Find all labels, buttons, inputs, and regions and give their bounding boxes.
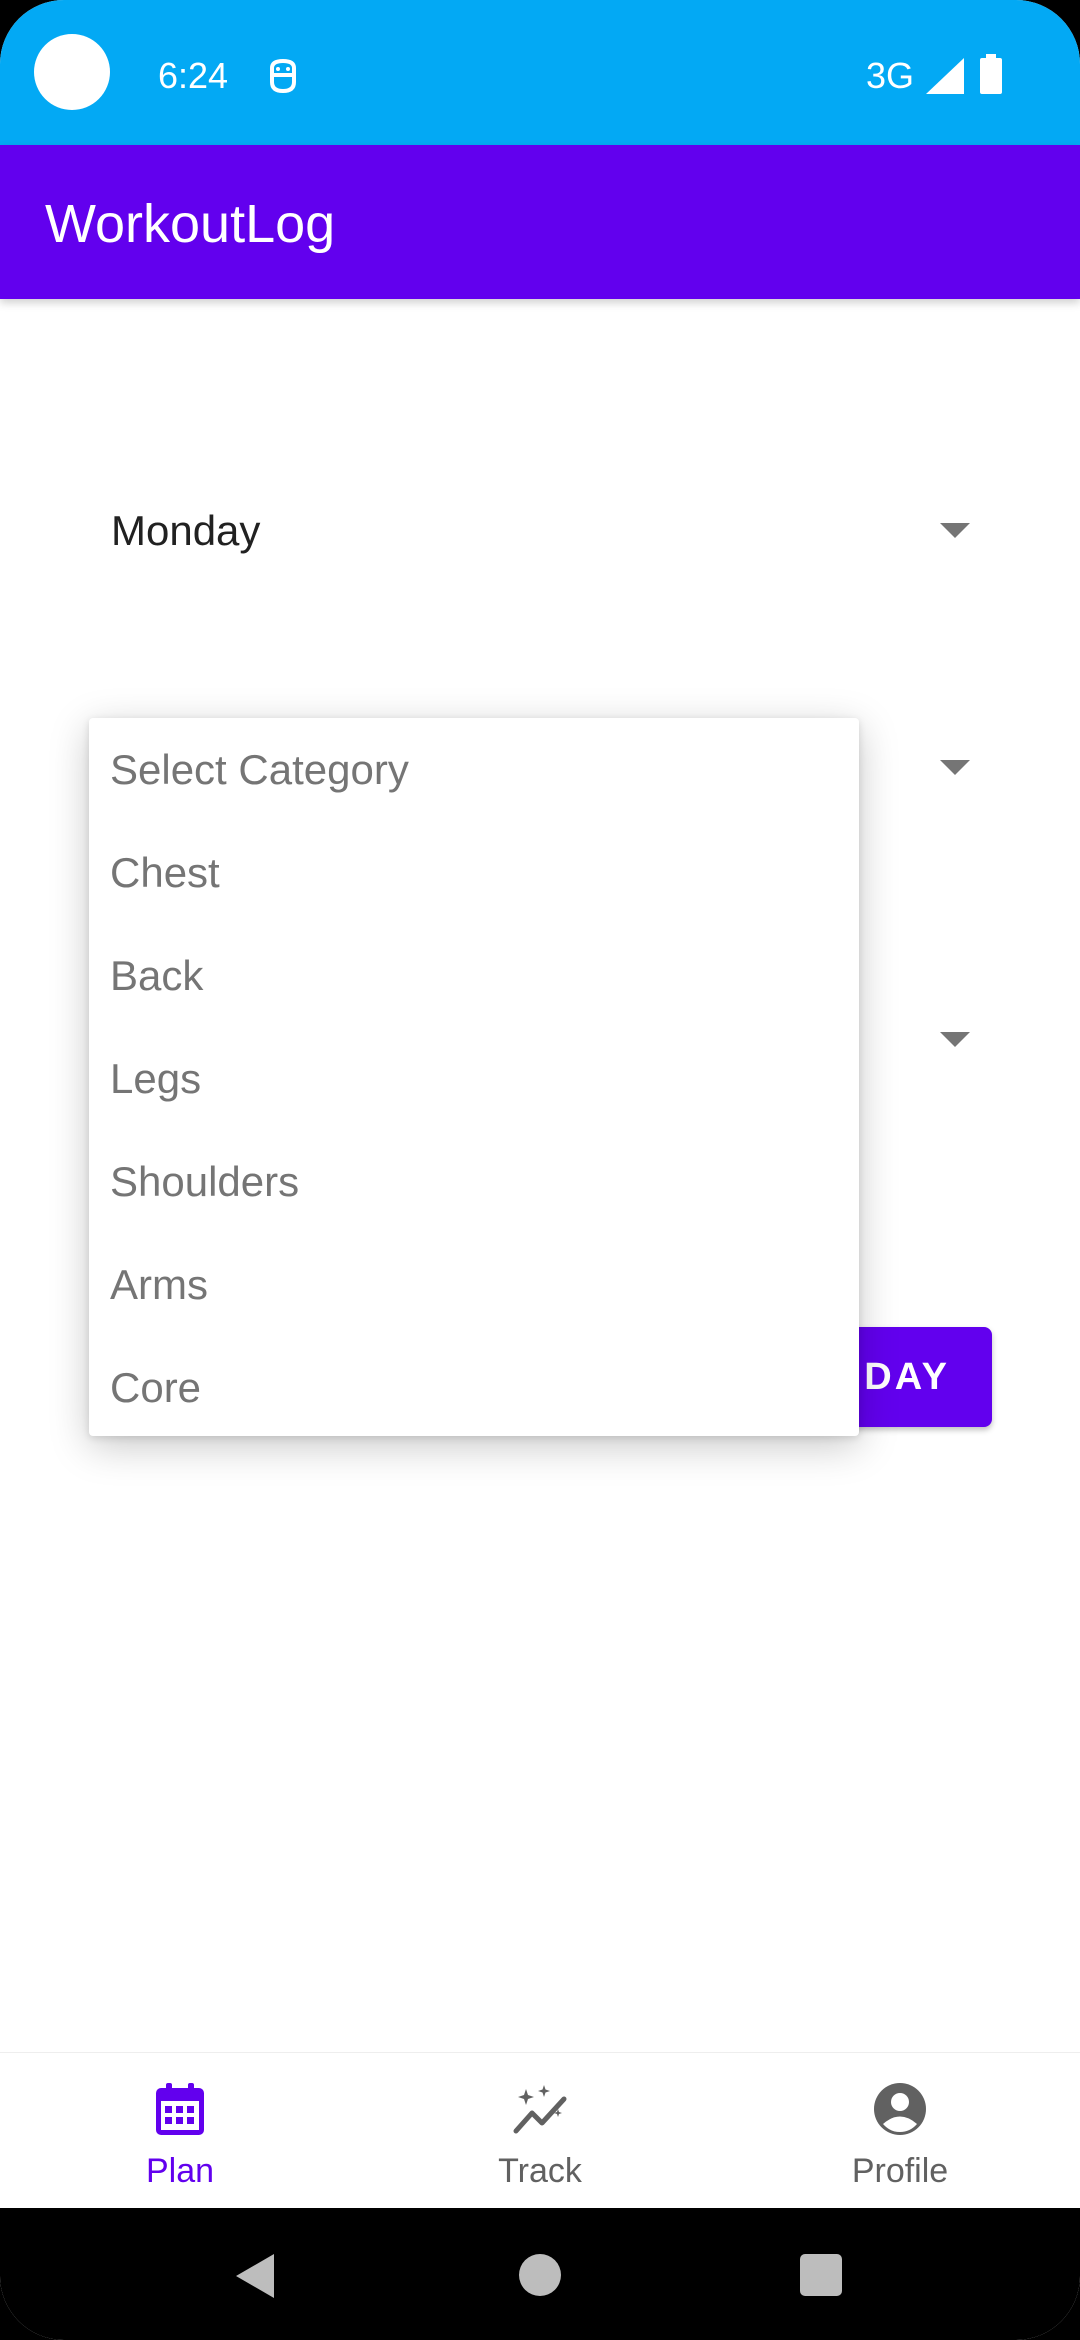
dropdown-option-arms[interactable]: Arms [89, 1233, 859, 1336]
dropdown-arrow-icon [940, 523, 970, 538]
network-type: 3G [866, 55, 915, 96]
recents-icon[interactable] [800, 2254, 842, 2296]
nav-item-profile[interactable]: Profile [720, 2053, 1080, 2209]
nav-label-track: Track [498, 2152, 582, 2190]
calendar-icon [156, 2083, 204, 2135]
dropdown-option-back[interactable]: Back [89, 924, 859, 1027]
nav-item-plan[interactable]: Plan [0, 2053, 360, 2209]
app-bar: WorkoutLog [0, 145, 1080, 299]
day-spinner[interactable]: Monday [90, 485, 970, 575]
system-navigation-bar [0, 2208, 1080, 2340]
dropdown-option-legs[interactable]: Legs [89, 1027, 859, 1130]
app-title: WorkoutLog [45, 194, 336, 254]
home-icon[interactable] [519, 2254, 561, 2296]
account-circle-icon [874, 2083, 926, 2135]
nav-label-plan: Plan [145, 2152, 215, 2190]
dropdown-arrow-icon [940, 1032, 970, 1047]
dropdown-option-shoulders[interactable]: Shoulders [89, 1130, 859, 1233]
bottom-navigation: Plan Track Profile [0, 2052, 1080, 2209]
category-dropdown-popup: Select Category Chest Back Legs Shoulder… [89, 718, 859, 1436]
track-sparkle-icon [513, 2085, 567, 2134]
nav-item-track[interactable]: Track [360, 2053, 720, 2209]
nav-label-profile: Profile [851, 2152, 949, 2190]
notification-icon [270, 58, 296, 94]
day-spinner-value: Monday [111, 507, 261, 554]
status-bar: 6:24 3G [0, 0, 1080, 145]
device-screen: 6:24 3G WorkoutLog Monday DAY Select Cat… [0, 0, 1080, 2340]
dropdown-option-core[interactable]: Core [89, 1336, 859, 1439]
dropdown-option-select-category[interactable]: Select Category [89, 718, 859, 821]
dropdown-option-chest[interactable]: Chest [89, 821, 859, 924]
camera-cutout [34, 34, 110, 110]
dropdown-arrow-icon [940, 760, 970, 775]
signal-icon [926, 58, 964, 94]
back-icon[interactable] [236, 2254, 274, 2298]
battery-icon [980, 54, 1002, 94]
status-time: 6:24 [158, 55, 229, 96]
